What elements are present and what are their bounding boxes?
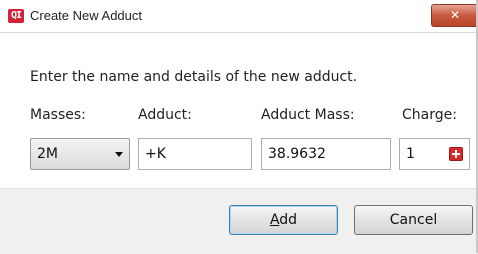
close-icon: ✕: [449, 8, 461, 22]
charge-input[interactable]: [400, 139, 440, 169]
title-bar: QI Create New Adduct ✕: [0, 0, 478, 33]
instructions-text: Enter the name and details of the new ad…: [30, 69, 358, 85]
app-logo-icon: QI: [8, 9, 24, 23]
add-button-accel: A: [269, 212, 280, 228]
masses-label: Masses:: [30, 107, 86, 123]
adduct-input[interactable]: [139, 139, 251, 169]
add-button[interactable]: Add: [229, 205, 338, 235]
dialog-footer: Add Cancel: [0, 188, 478, 254]
chevron-down-icon: [115, 152, 123, 157]
adduct-mass-label: Adduct Mass:: [261, 107, 355, 123]
plus-icon[interactable]: [449, 147, 463, 161]
close-button[interactable]: ✕: [431, 4, 478, 27]
charge-field[interactable]: [399, 138, 470, 170]
add-button-label: dd: [279, 212, 298, 228]
window-title: Create New Adduct: [30, 8, 143, 23]
charge-label: Charge:: [402, 107, 457, 123]
cancel-button[interactable]: Cancel: [354, 205, 473, 235]
masses-selected-value: 2M: [37, 146, 58, 162]
adduct-field[interactable]: [138, 138, 252, 170]
adduct-label: Adduct:: [138, 107, 192, 123]
adduct-mass-input[interactable]: [262, 139, 390, 169]
adduct-mass-field[interactable]: [261, 138, 391, 170]
masses-dropdown[interactable]: 2M: [30, 138, 130, 170]
